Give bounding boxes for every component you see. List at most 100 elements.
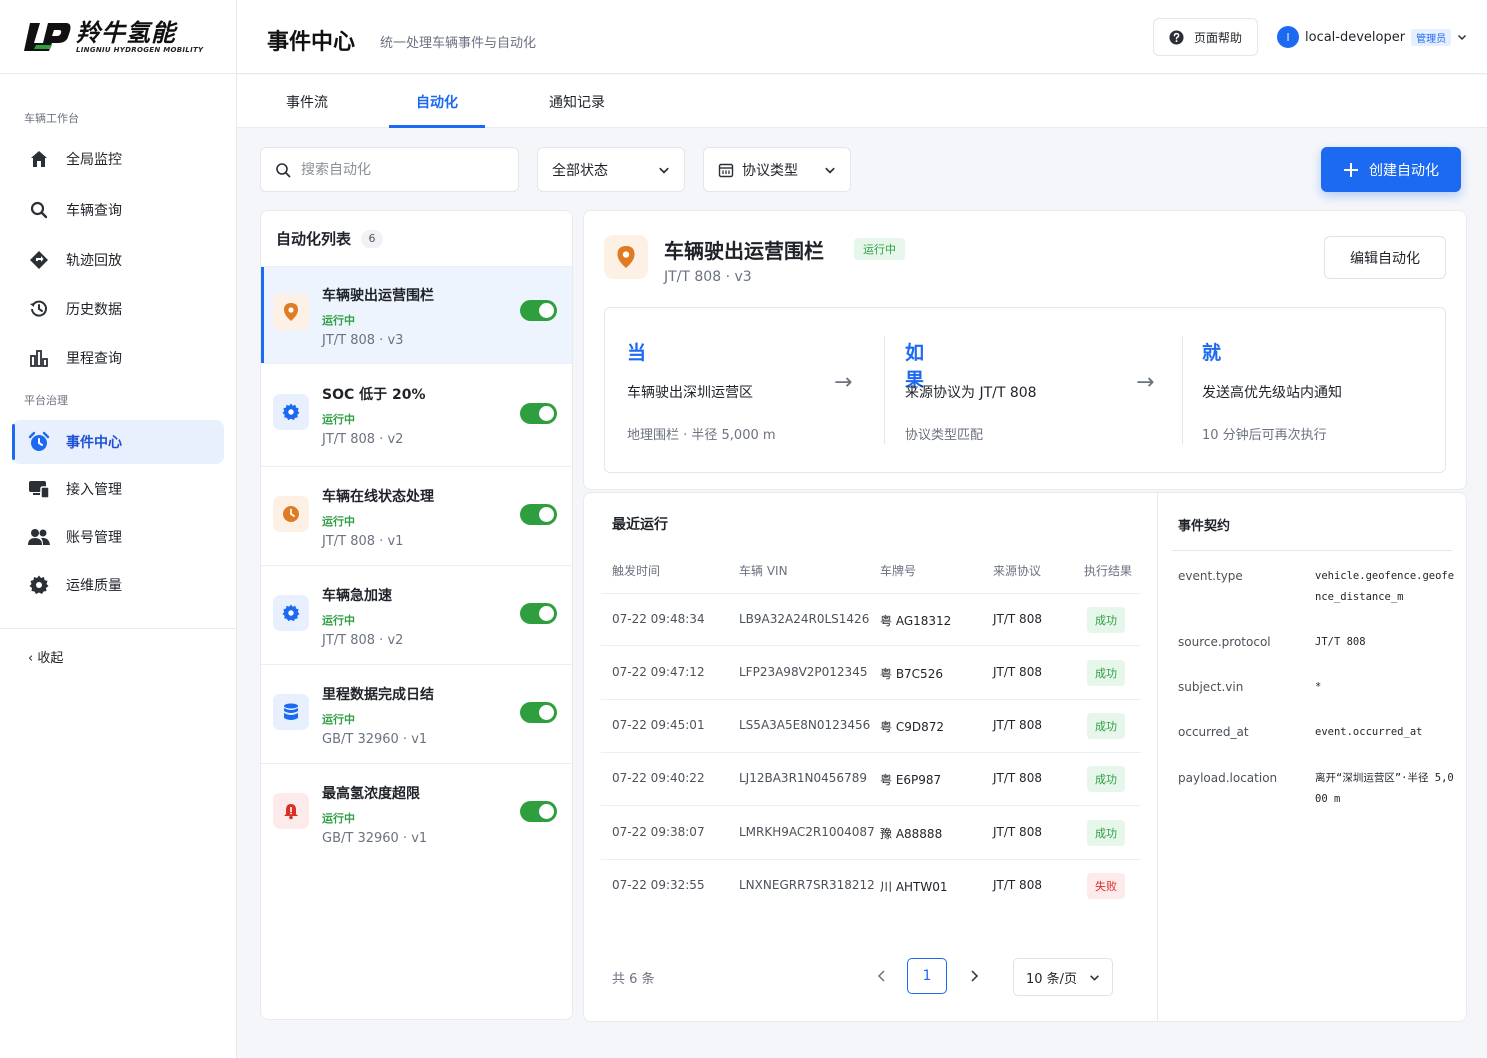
search-input[interactable] [301,161,501,178]
chevron-down-icon [658,164,670,176]
search-box[interactable] [260,147,519,192]
automation-name: 车辆在线状态处理 [322,489,434,505]
status-badge: 运行中 [854,238,905,260]
sidebar-item-track-playback[interactable]: 轨迹回放 [12,238,224,282]
status-filter-select[interactable]: 全部状态 [537,147,685,192]
sidebar-item-mileage-query[interactable]: 里程查询 [12,336,224,380]
table-row[interactable]: 07-22 09:40:22 LJ12BA3R1N0456789 粤 E6P98… [601,753,1141,806]
automation-item[interactable]: 车辆在线状态处理 运行中 JT/T 808 · v1 [261,468,572,566]
nav-section-platform: 平台治理 [24,394,68,407]
page-title: 事件中心 [267,30,356,55]
flow-then-label: 就 [1202,342,1222,364]
user-name: local-developer [1305,29,1406,45]
search-icon [275,162,291,178]
table-row[interactable]: 07-22 09:47:12 LFP23A98V2P012345 粤 B7C52… [601,647,1141,700]
automation-item[interactable]: 里程数据完成日结 运行中 GB/T 32960 · v1 [261,666,572,764]
top-header: 事件中心 统一处理车辆事件与自动化 页面帮助 l local-developer… [237,0,1487,74]
sidebar-item-event-center[interactable]: 事件中心 [12,420,224,464]
create-automation-button[interactable]: 创建自动化 [1321,147,1461,192]
automation-toggle[interactable] [520,300,557,321]
chevron-down-icon [1457,32,1467,42]
history-icon [26,296,52,322]
bell-icon [273,793,309,829]
sidebar-item-label: 接入管理 [66,482,122,498]
bar-chart-icon [26,345,52,371]
automation-status: 运行中 [322,515,355,528]
automation-toggle[interactable] [520,603,557,624]
automation-item[interactable]: 最高氢浓度超限 运行中 GB/T 32960 · v1 [261,765,572,863]
sidebar-item-vehicle-query[interactable]: 车辆查询 [12,188,224,232]
sidebar-item-global-monitor[interactable]: 全局监控 [12,137,224,181]
role-badge: 管理员 [1411,28,1452,46]
home-icon [26,146,52,172]
flow-then-main: 发送高优先级站内通知 [1202,385,1342,401]
contract-field-value: vehicle.geofence.geofence_distance_m [1315,570,1455,603]
automation-toggle[interactable] [520,403,557,424]
sidebar-item-ops-quality[interactable]: 运维质量 [12,563,224,607]
page-number-button[interactable]: 1 [907,958,947,994]
edit-automation-button[interactable]: 编辑自动化 [1324,236,1446,279]
contract-field-key: subject.vin [1178,680,1244,694]
search-icon [26,197,52,223]
column-header-result: 执行结果 [1084,564,1133,578]
event-contract-panel: 事件契约 event.type vehicle.geofence.geofenc… [1157,492,1467,1022]
contract-field-key: event.type [1178,569,1243,583]
contract-field-key: occurred_at [1178,725,1249,739]
automation-protocol: JT/T 808 · v3 [322,333,404,348]
sidebar: 羚牛氢能 LINGNIU HYDROGEN MOBILITY 车辆工作台 全局监… [0,0,237,1058]
page-size-select[interactable]: 10 条/页 [1013,958,1113,996]
sidebar-collapse-button[interactable]: ‹ 收起 [0,628,236,666]
users-icon [26,524,52,550]
tab-notification-log[interactable]: 通知记录 [537,75,617,128]
divider [1172,550,1452,551]
flow-if-sub: 协议类型匹配 [905,428,984,443]
sidebar-item-account-management[interactable]: 账号管理 [12,515,224,559]
contract-field-value: JT/T 808 [1315,636,1366,648]
protocol-filter-select[interactable]: 协议类型 [703,147,851,192]
table-row[interactable]: 07-22 09:48:34 LB9A32A24R0LS1426 粤 AG183… [601,593,1141,646]
automation-item[interactable]: 车辆驶出运营围栏 运行中 JT/T 808 · v3 [261,267,572,364]
chevron-right-icon [969,970,979,982]
gear-icon [26,572,52,598]
automation-toggle[interactable] [520,801,557,822]
chevron-down-icon [824,164,836,176]
column-header-vin: 车辆 VIN [739,564,788,578]
tab-automation[interactable]: 自动化 [389,75,485,128]
next-page-button[interactable] [954,958,994,994]
page-help-button[interactable]: 页面帮助 [1153,18,1258,56]
result-badge: 成功 [1087,607,1125,633]
result-badge: 成功 [1087,820,1125,846]
gear-icon [273,394,309,430]
column-header-protocol: 来源协议 [993,564,1042,578]
automation-item[interactable]: SOC 低于 20% 运行中 JT/T 808 · v2 [261,365,572,467]
sidebar-item-history-data[interactable]: 历史数据 [12,287,224,331]
location-pin-icon [273,294,309,330]
sidebar-item-label: 轨迹回放 [66,253,122,269]
flow-when-label: 当 [627,342,647,364]
database-icon [273,694,309,730]
sidebar-item-label: 里程查询 [66,351,122,367]
contract-field-key: source.protocol [1178,635,1271,649]
prev-page-button[interactable] [862,958,902,994]
table-row[interactable]: 07-22 09:38:07 LMRKH9AC2R1004087 豫 A8888… [601,807,1141,860]
automation-toggle[interactable] [520,702,557,723]
table-row[interactable]: 07-22 09:32:55 LNXNEGRR7SR318212 川 AHTW0… [601,860,1141,913]
tab-event-stream[interactable]: 事件流 [267,75,347,128]
contract-field-value: event.occurred_at [1315,726,1423,738]
automation-name: 里程数据完成日结 [322,687,434,703]
automation-toggle[interactable] [520,504,557,525]
brand-logo[interactable]: 羚牛氢能 LINGNIU HYDROGEN MOBILITY [0,0,236,74]
user-menu[interactable]: l local-developer 管理员 [1277,26,1467,48]
contract-field-key: payload.location [1178,771,1278,785]
flow-when-main: 车辆驶出深圳运营区 [627,385,753,401]
automation-protocol: JT/T 808 · v1 [322,534,404,549]
result-badge: 成功 [1087,766,1125,792]
sidebar-item-access-management[interactable]: 接入管理 [12,467,224,511]
automation-item[interactable]: 车辆急加速 运行中 JT/T 808 · v2 [261,567,572,665]
automation-flow: 当 车辆驶出深圳运营区 地理围栏 · 半径 5,000 m → 如果 来源协议为… [604,307,1446,473]
gear-icon [273,595,309,631]
table-row[interactable]: 07-22 09:45:01 LS5A3A5E8N0123456 粤 C9D87… [601,700,1141,753]
automation-status: 运行中 [322,812,355,825]
chevron-left-icon [877,970,887,982]
plus-icon [1343,162,1359,178]
